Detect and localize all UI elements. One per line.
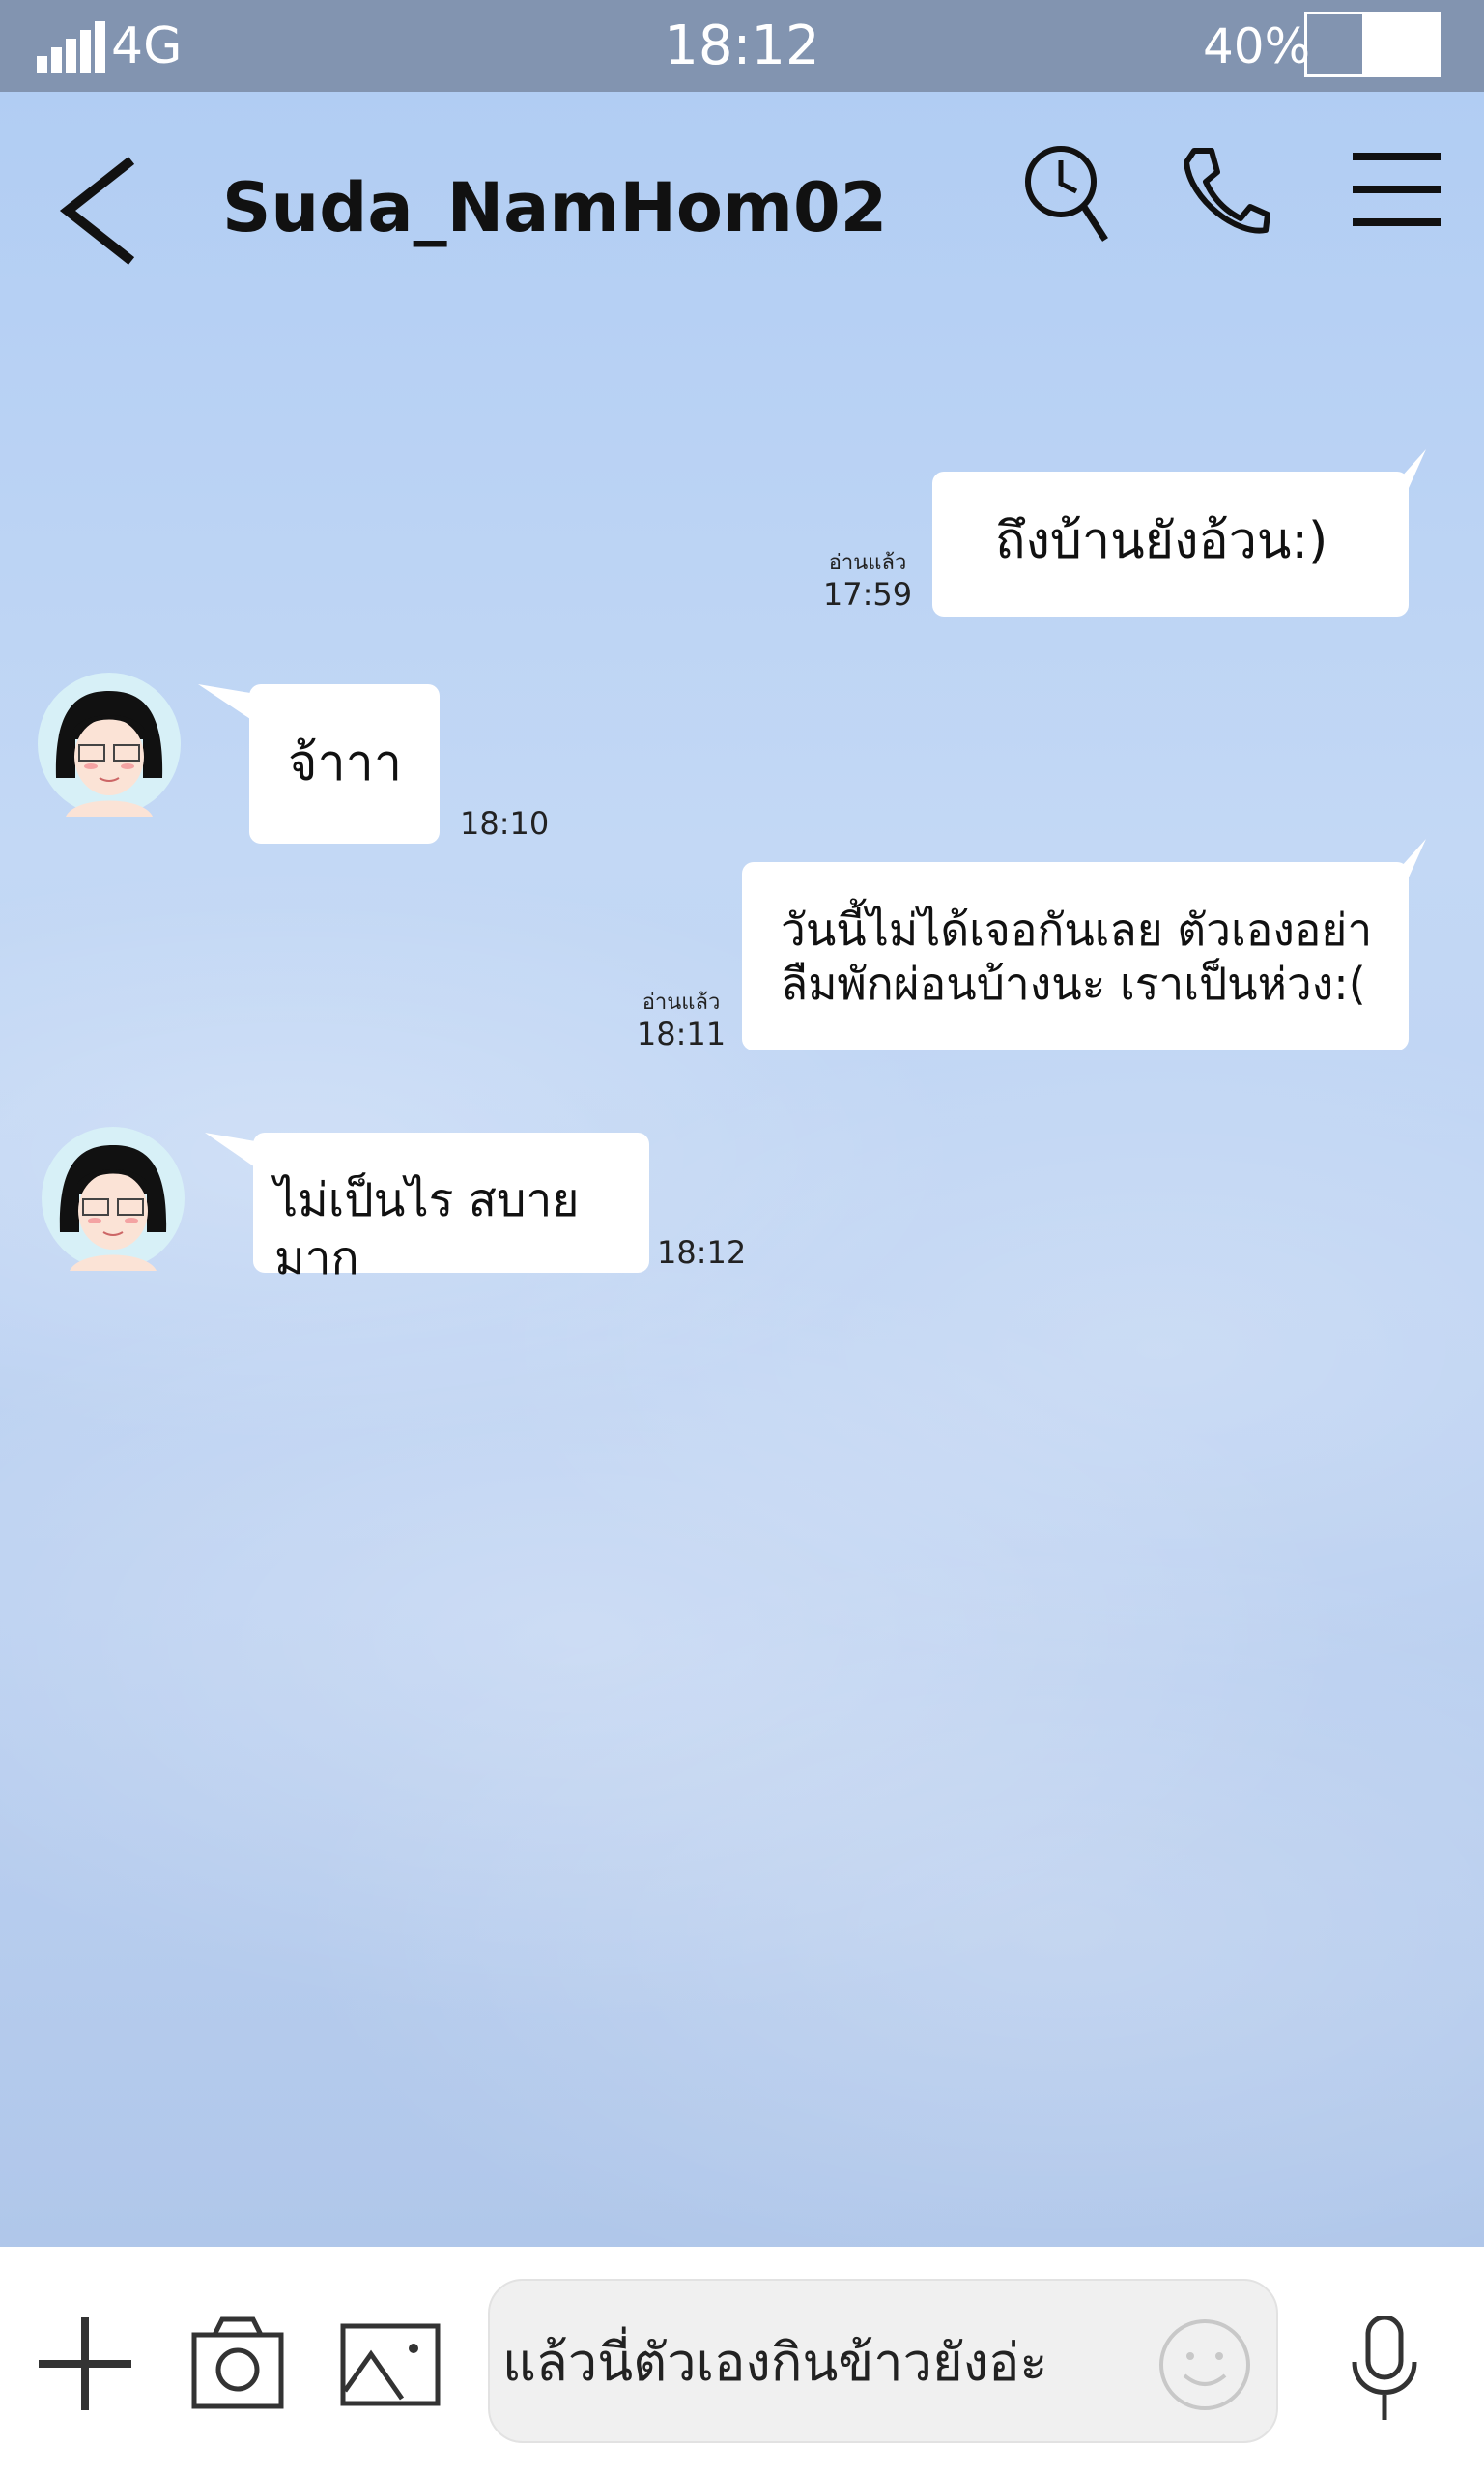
image-icon[interactable] [340,2323,441,2406]
message-meta: 18:10 [460,805,549,842]
battery-fill [1362,14,1439,74]
message-line: วันนี้ไม่ได้เจอกันเลย ตัวเองอย่า [781,904,1373,956]
bubble-tail [198,684,256,723]
phone-icon[interactable] [1181,145,1270,237]
message-time: 18:12 [657,1234,747,1271]
message-text: ถึงบ้านยังอ้วน:) [995,512,1328,570]
message-text: จ้าาา [288,734,403,792]
message-input-value[interactable]: แล้วนี่ตัวเองกินข้าวยังอ่ะ [502,2329,1047,2397]
message-meta: อ่านแล้ว 18:11 [633,991,729,1052]
sent-message-bubble[interactable]: วันนี้ไม่ได้เจอกันเลย ตัวเองอย่า ลืมพักผ… [742,862,1409,1050]
menu-icon[interactable] [1353,153,1441,226]
message-meta: อ่านแล้ว 17:59 [816,551,919,613]
received-message-bubble[interactable]: ไม่เป็นไร สบายมาก [253,1133,649,1285]
message-text: ไม่เป็นไร สบายมาก [274,1173,580,1285]
history-clock-search-icon[interactable] [1022,143,1111,245]
battery-percent: 40% [1203,18,1311,74]
message-time: 17:59 [822,576,913,613]
battery-icon [1304,12,1441,77]
received-message-bubble[interactable]: จ้าาา [249,684,440,844]
chat-title[interactable]: Suda_NamHom02 [222,169,887,246]
message-time: 18:11 [636,1016,727,1052]
emoji-icon[interactable] [1157,2317,1252,2412]
camera-icon[interactable] [191,2316,284,2410]
read-receipt: อ่านแล้ว [642,991,721,1015]
sent-message-bubble[interactable]: ถึงบ้านยังอ้วน:) [932,472,1409,617]
back-arrow-icon[interactable] [56,153,143,269]
message-meta: 18:12 [657,1234,746,1271]
read-receipt: อ่านแล้ว [828,551,907,575]
microphone-icon[interactable] [1351,2316,1418,2422]
status-bar: 4G 18:12 40% [0,0,1484,92]
message-text: วันนี้ไม่ได้เจอกันเลย ตัวเองอย่า ลืมพักผ… [781,903,1372,1011]
message-line: ลืมพักผ่อนบ้างนะ เราเป็นห่วง:( [781,958,1366,1010]
contact-avatar[interactable] [41,1126,186,1271]
plus-icon[interactable] [39,2317,131,2410]
message-time: 18:10 [460,805,550,842]
bubble-tail [1391,449,1426,488]
contact-avatar[interactable] [37,672,182,817]
bubble-tail [1391,839,1426,877]
